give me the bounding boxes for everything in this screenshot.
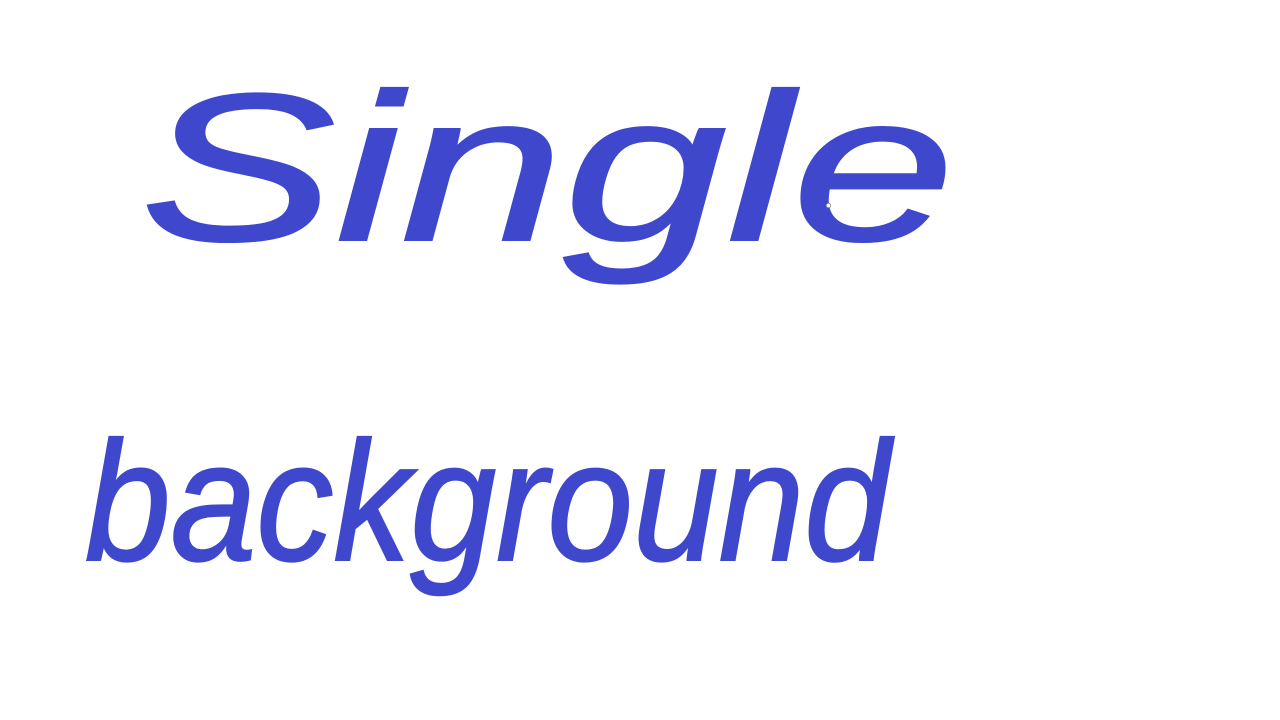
handwritten-text: Single background — [85, 50, 955, 597]
handwritten-word: Single — [140, 50, 955, 285]
eraser-circle-cursor-icon — [825, 202, 832, 209]
handwritten-word: background — [85, 407, 895, 597]
drawing-canvas[interactable]: Single background — [0, 0, 1280, 720]
